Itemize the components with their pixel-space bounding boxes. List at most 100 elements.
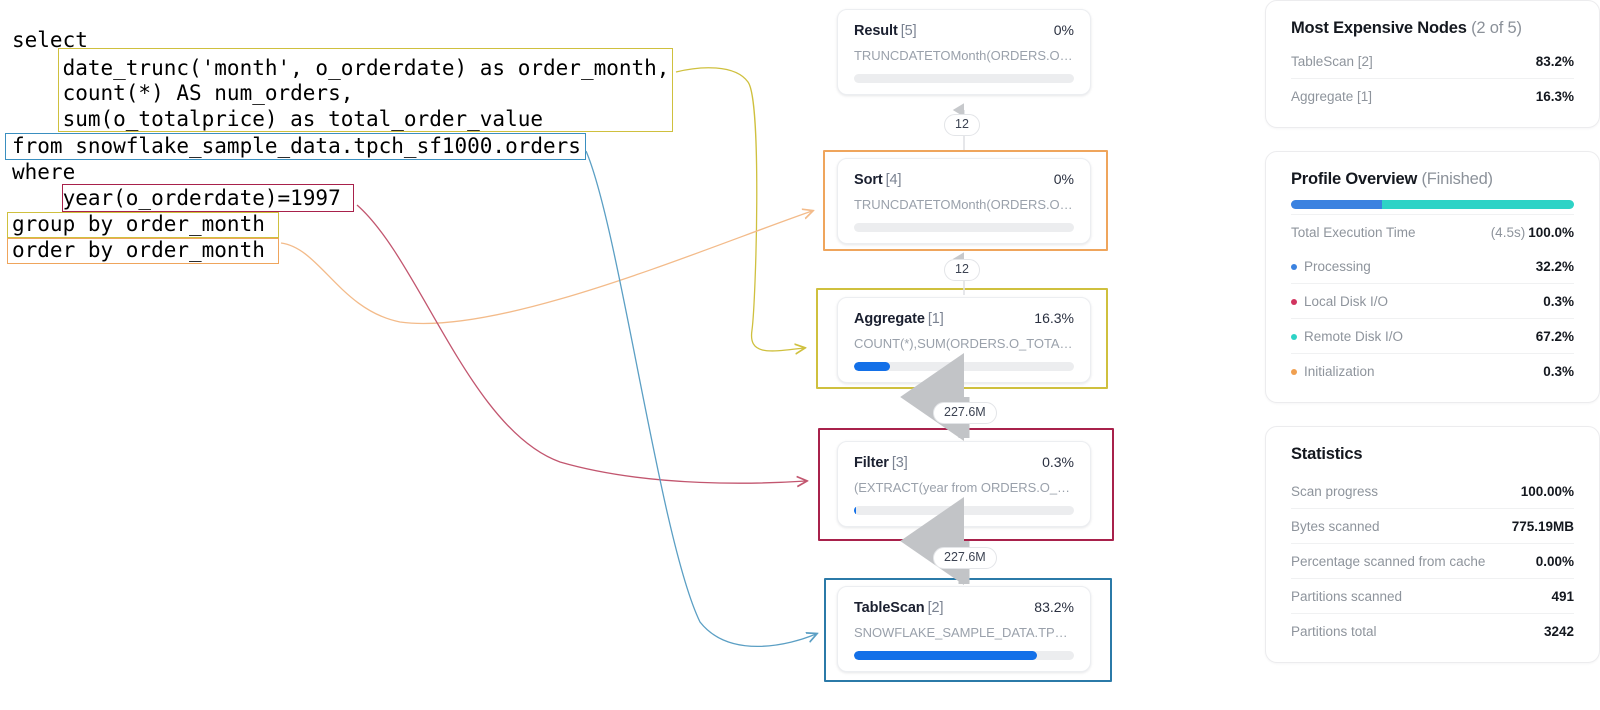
legend-dot-icon <box>1291 298 1297 305</box>
most-expensive-nodes-title: Most Expensive Nodes (2 of 5) <box>1291 19 1574 38</box>
sql-line: sum(o_totalprice) as total_order_value <box>12 107 544 131</box>
plan-node-expression: (EXTRACT(year from ORDERS.O_ORDER... <box>854 480 1074 495</box>
statistics-row: Partitions scanned 491 <box>1291 578 1574 613</box>
sql-line: order by order_month <box>12 238 265 262</box>
statistics-value: 100.00% <box>1520 484 1574 499</box>
statistics-panel: Statistics Scan progress 100.00% Bytes sca… <box>1265 426 1600 663</box>
plan-node-expression: TRUNCDATETOMonth(ORDERS.O_ORDE... <box>854 48 1074 63</box>
sql-line: select <box>12 28 88 52</box>
profile-overview-row: Local Disk I/O 0.3% <box>1291 283 1574 318</box>
legend-dot-icon <box>1291 368 1297 375</box>
profile-overview-label: Local Disk I/O <box>1304 294 1389 309</box>
panel-title-text: Most Expensive Nodes <box>1291 19 1467 37</box>
sql-query-pane: select date_trunc('month', o_orderdate) … <box>0 0 700 710</box>
plan-node-expression: SNOWFLAKE_SAMPLE_DATA.TPCH_SF1... <box>854 625 1074 640</box>
execution-time-bar-segment <box>1382 200 1574 209</box>
edge-tablescan-to-filter-row-count-badge: 227.6M <box>933 547 997 569</box>
expensive-node-value: 83.2% <box>1535 54 1574 69</box>
statistics-list: Scan progress 100.00% Bytes scanned 775.19M… <box>1291 474 1574 648</box>
plan-node-index: [1] <box>927 311 944 327</box>
sql-line: where <box>12 160 76 184</box>
plan-node-expression: TRUNCDATETOMonth(ORDERS.O_ORDE... <box>854 197 1074 212</box>
plan-node-progress-bar <box>854 223 1074 232</box>
plan-node-index: [4] <box>885 172 902 188</box>
statistics-row: Scan progress 100.00% <box>1291 474 1574 508</box>
statistics-row: Bytes scanned 775.19MB <box>1291 508 1574 543</box>
plan-node-result[interactable]: Result[5] 0% TRUNCDATETOMonth(ORDERS.O_ORD… <box>837 9 1091 95</box>
plan-node-title: Filter [3] <box>854 455 908 471</box>
panel-title-text: Statistics <box>1291 445 1363 463</box>
legend-dot-icon <box>1291 333 1297 340</box>
plan-node-index: [2] <box>927 600 944 616</box>
statistics-value: 775.19MB <box>1511 519 1574 534</box>
panel-subtitle-text: (Finished) <box>1421 170 1494 188</box>
profile-overview-panel: Profile Overview (Finished) Total Execut… <box>1265 151 1600 403</box>
execution-time-bar-segment <box>1291 200 1383 209</box>
profile-overview-row: Processing 32.2% <box>1291 249 1574 283</box>
plan-node-filter[interactable]: Filter [3] 0.3% (EXTRACT(year from ORDERS.O… <box>837 441 1091 527</box>
statistics-label: Scan progress <box>1291 484 1379 499</box>
most-expensive-nodes-list: TableScan [2] 83.2% Aggregate [1] 16.3% <box>1291 44 1574 113</box>
expensive-node-label: Aggregate [1] <box>1291 89 1373 104</box>
profile-overview-label: Processing <box>1304 259 1371 274</box>
statistics-label: Bytes scanned <box>1291 519 1380 534</box>
plan-node-title: Result [5] <box>854 23 917 39</box>
plan-node-name: Filter <box>854 455 889 471</box>
plan-node-percent: 0% <box>1053 22 1074 38</box>
plan-node-title: Aggregate [1] <box>854 311 944 327</box>
plan-node-percent: 16.3% <box>1034 310 1074 326</box>
profile-overview-value: 32.2% <box>1535 259 1574 274</box>
plan-node-percent: 83.2% <box>1034 599 1074 615</box>
profile-overview-value: 0.3% <box>1543 294 1574 309</box>
edge-sort-to-result-row-count-badge: 12 <box>944 114 980 136</box>
panel-subtitle-text: (2 of 5) <box>1471 19 1522 37</box>
statistics-value: 0.00% <box>1535 554 1574 569</box>
statistics-title: Statistics <box>1291 445 1574 464</box>
profile-overview-row: Remote Disk I/O 67.2% <box>1291 318 1574 353</box>
plan-node-name: Aggregate <box>854 311 925 327</box>
edge-aggregate-to-sort-row-count-badge: 12 <box>944 259 980 281</box>
plan-node-header: TableScan [2] 83.2% <box>854 599 1074 616</box>
plan-node-header: Result [5] 0% <box>854 22 1074 39</box>
expensive-node-row[interactable]: Aggregate [1] 16.3% <box>1291 78 1574 113</box>
plan-node-index: [5] <box>900 23 917 39</box>
profile-overview-title: Profile Overview (Finished) <box>1291 170 1574 189</box>
statistics-label: Partitions total <box>1291 624 1377 639</box>
statistics-label: Partitions scanned <box>1291 589 1403 604</box>
plan-node-tablescan[interactable]: TableScan [2] 83.2% SNOWFLAKE_SAMPLE_DATA.T… <box>837 586 1091 672</box>
plan-node-progress-bar <box>854 651 1074 660</box>
total-execution-time-value: (4.5s) 100.0% <box>1491 225 1574 240</box>
expensive-node-row[interactable]: TableScan [2] 83.2% <box>1291 44 1574 78</box>
profile-overview-label: Initialization <box>1304 364 1375 379</box>
profile-overview-label: Remote Disk I/O <box>1304 329 1404 344</box>
plan-node-progress-bar <box>854 74 1074 83</box>
statistics-row: Partitions total 3242 <box>1291 613 1574 648</box>
statistics-label: Percentage scanned from cache <box>1291 554 1486 569</box>
query-profile-screen: select date_trunc('month', o_orderdate) … <box>0 0 1600 710</box>
sql-line: group by order_month <box>12 212 265 236</box>
legend-dot-icon <box>1291 263 1297 270</box>
total-execution-time-duration: (4.5s) <box>1490 225 1526 240</box>
profile-overview-row: Initialization 0.3% <box>1291 353 1574 388</box>
plan-node-title: Sort [4] <box>854 172 902 188</box>
plan-node-progress-bar <box>854 362 1074 371</box>
total-execution-time-percent: 100.0% <box>1528 225 1574 240</box>
right-info-panels: Most Expensive Nodes (2 of 5) TableScan … <box>1265 0 1600 686</box>
plan-node-header: Aggregate [1] 16.3% <box>854 310 1074 327</box>
edge-filter-to-aggregate-row-count-badge: 227.6M <box>933 402 997 424</box>
statistics-row: Percentage scanned from cache 0.00% <box>1291 543 1574 578</box>
plan-node-sort[interactable]: Sort[4] 0% TRUNCDATETOMonth(ORDERS.O_ORDE.… <box>837 158 1091 244</box>
plan-node-expression: COUNT(*),SUM(ORDERS.O_TOTALPRICE) <box>854 336 1074 351</box>
sql-line: date_trunc('month', o_orderdate) as orde… <box>12 56 670 80</box>
plan-node-header: Sort [4] 0% <box>854 171 1074 188</box>
plan-node-name: Sort <box>854 172 883 188</box>
plan-node-name: TableScan <box>854 600 925 616</box>
execution-time-bar <box>1291 200 1574 209</box>
plan-node-header: Filter [3] 0.3% <box>854 454 1074 471</box>
panel-title-text: Profile Overview <box>1291 170 1418 188</box>
plan-node-index: [3] <box>891 455 908 471</box>
profile-overview-value: 67.2% <box>1535 329 1574 344</box>
profile-overview-breakdown: Processing 32.2% Local Disk I/O 0.3% Remote … <box>1291 249 1574 388</box>
plan-node-name: Result <box>854 23 898 39</box>
plan-node-aggregate[interactable]: Aggregate [1] 16.3% COUNT(*),SUM(ORDERS.O_T… <box>837 297 1091 383</box>
